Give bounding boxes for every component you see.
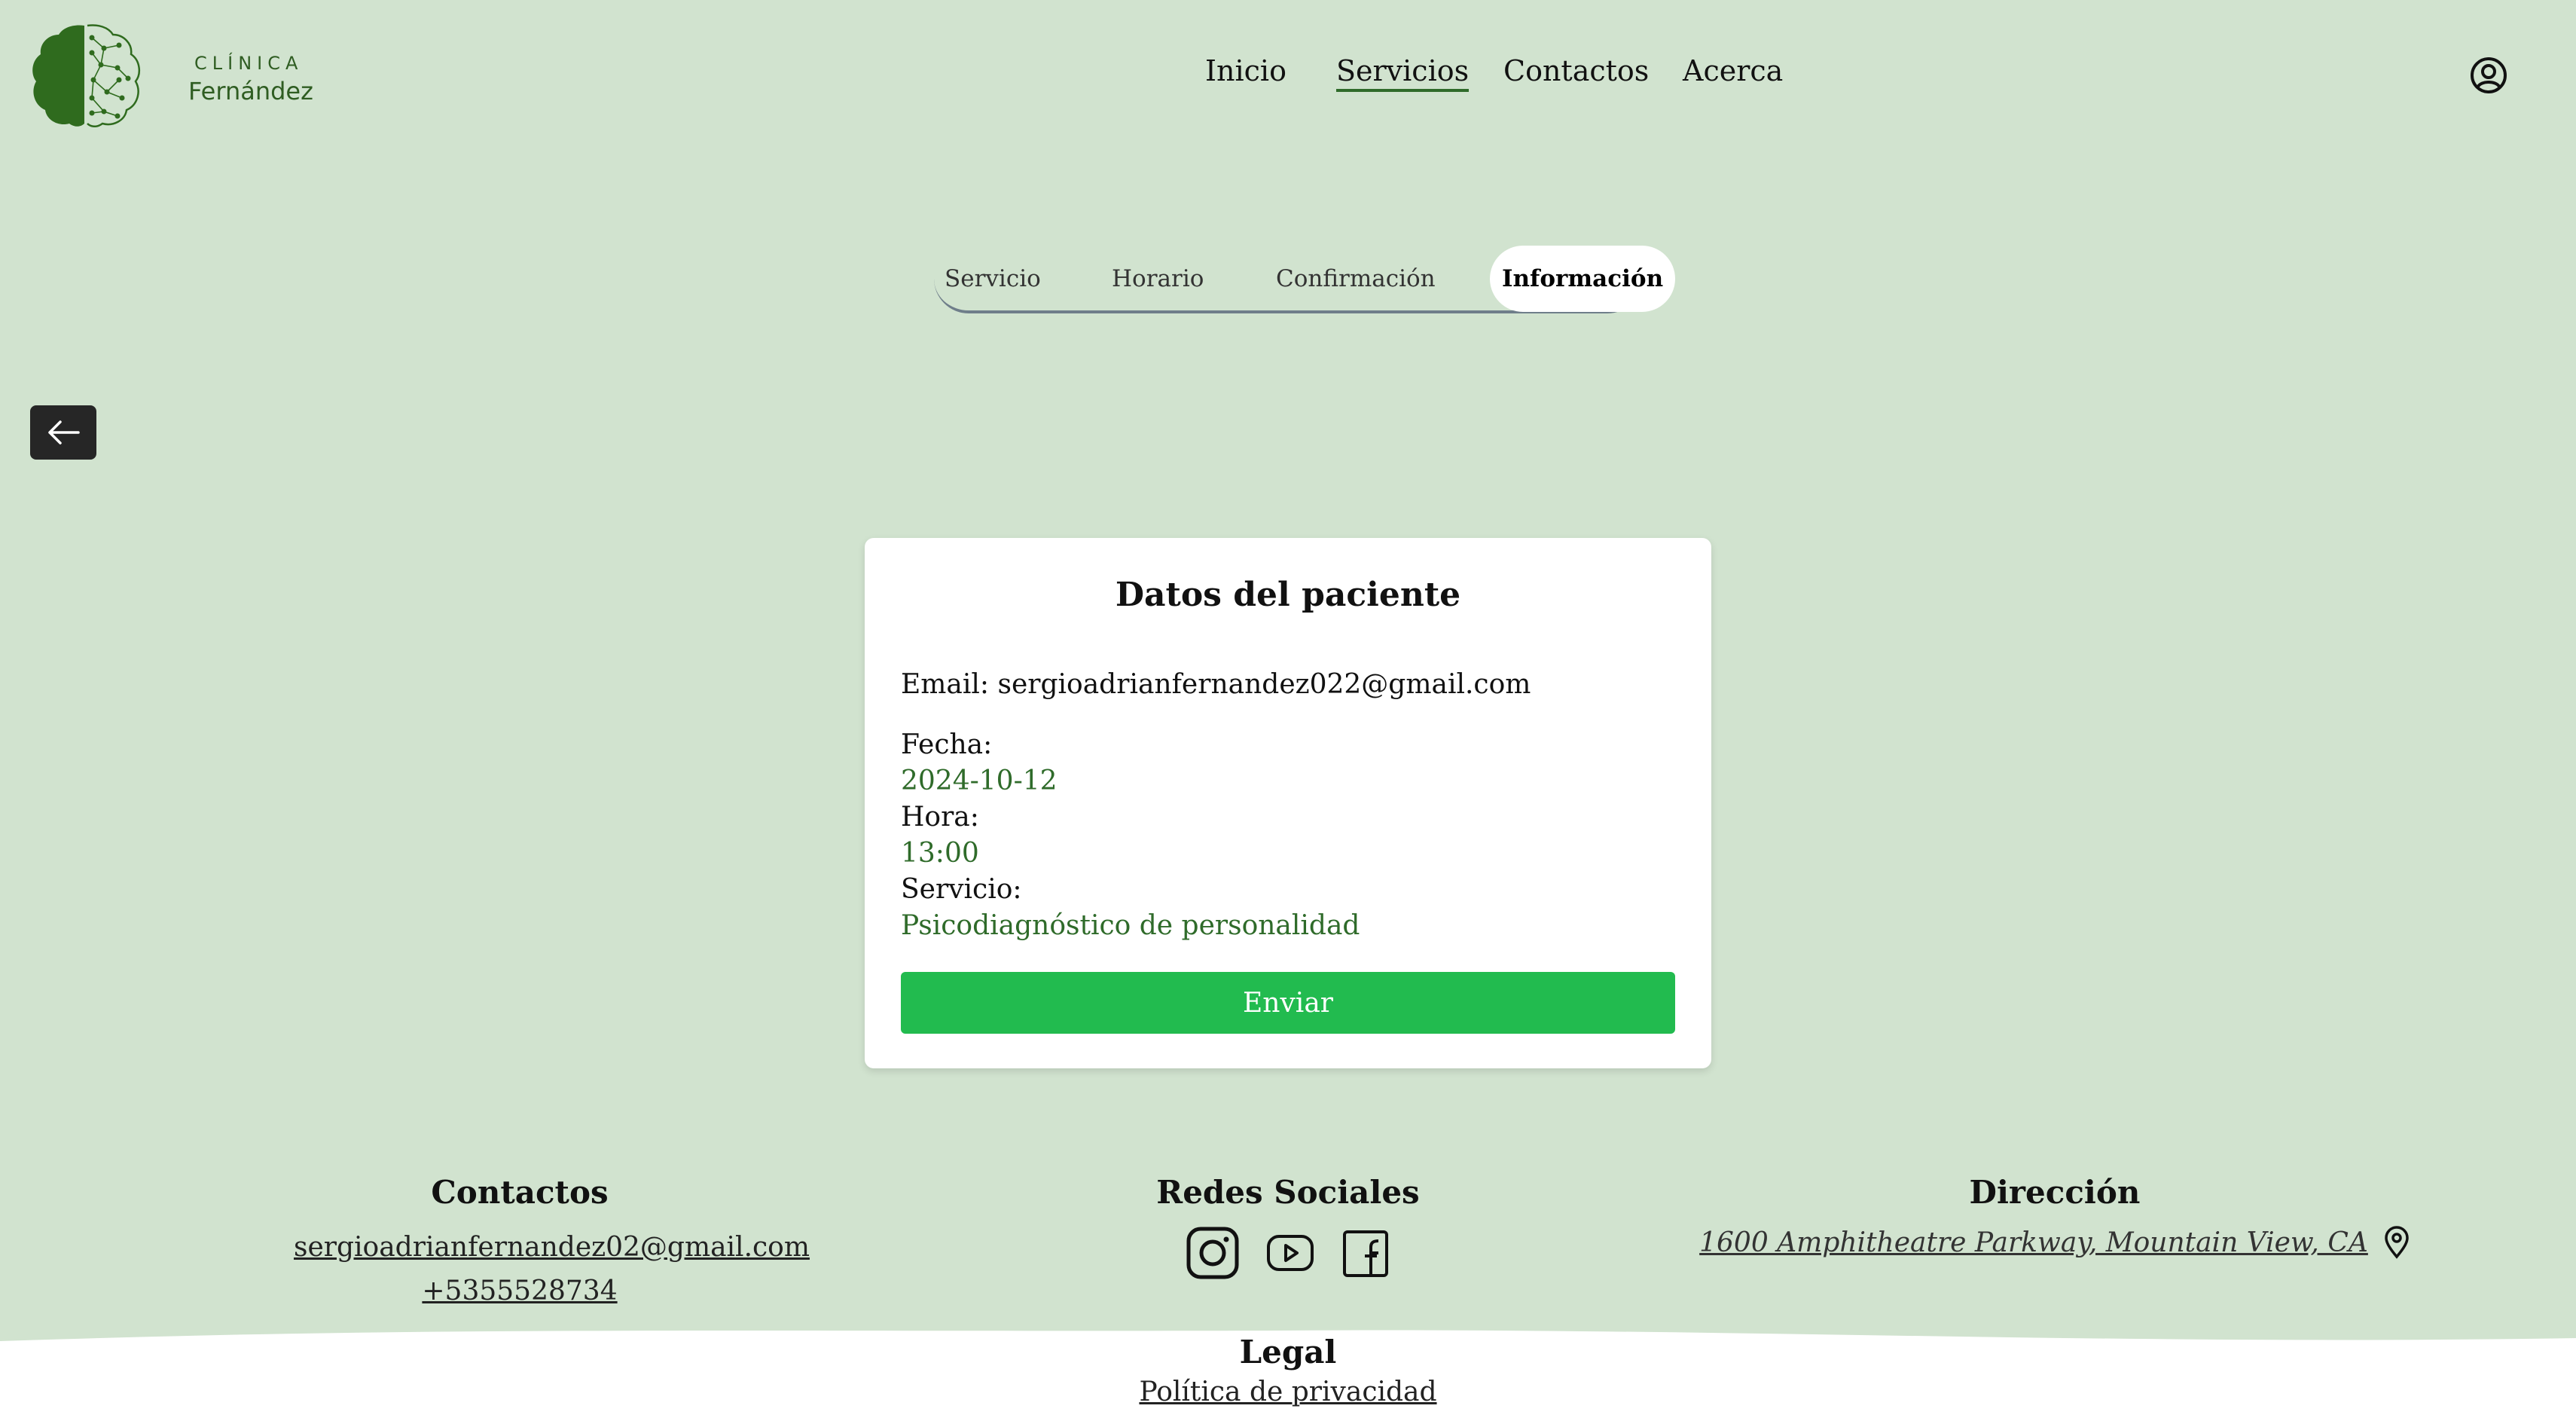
privacy-policy-link[interactable]: Política de privacidad <box>1139 1377 1436 1407</box>
facebook-icon[interactable] <box>1341 1226 1390 1280</box>
address-link[interactable]: 1600 Amphitheatre Parkway, Mountain View… <box>1699 1227 2368 1258</box>
social-heading: Redes Sociales <box>1156 1174 1420 1211</box>
email-row: Email: sergioadrianfernandez022@gmail.co… <box>901 669 1531 700</box>
footer-contacts: Contactos sergioadrianfernandez02@gmail.… <box>294 1174 810 1313</box>
servicio-label: Servicio: <box>901 874 1022 905</box>
step-servicio[interactable]: Servicio <box>945 265 1041 292</box>
address-heading: Dirección <box>1969 1174 2141 1211</box>
contacts-phone-link[interactable]: +5355528734 <box>294 1270 746 1313</box>
social-icons <box>1062 1226 1514 1280</box>
youtube-icon[interactable] <box>1265 1226 1315 1280</box>
location-pin-icon <box>2385 1226 2409 1259</box>
address-row: 1600 Amphitheatre Parkway, Mountain View… <box>1678 1226 2431 1259</box>
step-horario[interactable]: Horario <box>1112 265 1204 292</box>
logo-text-top: CLÍNICA <box>194 53 304 74</box>
email-value: sergioadrianfernandez022@gmail.com <box>997 669 1531 700</box>
user-circle-icon[interactable] <box>2469 56 2508 95</box>
footer-address: Dirección 1600 Amphitheatre Parkway, Mou… <box>1678 1174 2431 1259</box>
patient-data-card: Datos del paciente Email: sergioadrianfe… <box>865 538 1711 1068</box>
submit-button[interactable]: Enviar <box>901 972 1675 1034</box>
site-header: CLÍNICA Fernández Inicio Servicios Conta… <box>0 0 2576 151</box>
nav-servicios[interactable]: Servicios <box>1336 54 1470 92</box>
step-informacion[interactable]: Información <box>1490 246 1676 312</box>
step-confirmacion[interactable]: Confirmación <box>1276 265 1436 292</box>
brain-logo-icon <box>32 24 141 127</box>
contacts-email-link[interactable]: sergioadrianfernandez02@gmail.com <box>294 1226 810 1270</box>
nav-contactos[interactable]: Contactos <box>1503 54 1649 87</box>
hora-value: 13:00 <box>901 838 979 869</box>
nav-acerca[interactable]: Acerca <box>1683 54 1783 87</box>
footer-legal: Legal Política de privacidad <box>0 1334 2576 1407</box>
nav-inicio[interactable]: Inicio <box>1205 54 1286 87</box>
fecha-value: 2024-10-12 <box>901 765 1058 796</box>
footer-social: Redes Sociales <box>1062 1174 1514 1280</box>
legal-heading: Legal <box>1239 1334 1337 1370</box>
instagram-icon[interactable] <box>1186 1226 1240 1280</box>
card-title: Datos del paciente <box>1115 576 1461 614</box>
contacts-heading: Contactos <box>431 1174 609 1211</box>
clinic-logo[interactable]: CLÍNICA Fernández <box>29 23 313 128</box>
logo-text-bottom: Fernández <box>188 77 313 105</box>
hora-label: Hora: <box>901 802 979 833</box>
arrow-left-icon <box>48 420 80 445</box>
servicio-value: Psicodiagnóstico de personalidad <box>901 910 1360 941</box>
booking-stepper: Servicio Horario Confirmación Informació… <box>934 246 1676 313</box>
fecha-label: Fecha: <box>901 729 993 760</box>
email-label: Email: <box>901 669 990 700</box>
back-button[interactable] <box>30 405 96 460</box>
